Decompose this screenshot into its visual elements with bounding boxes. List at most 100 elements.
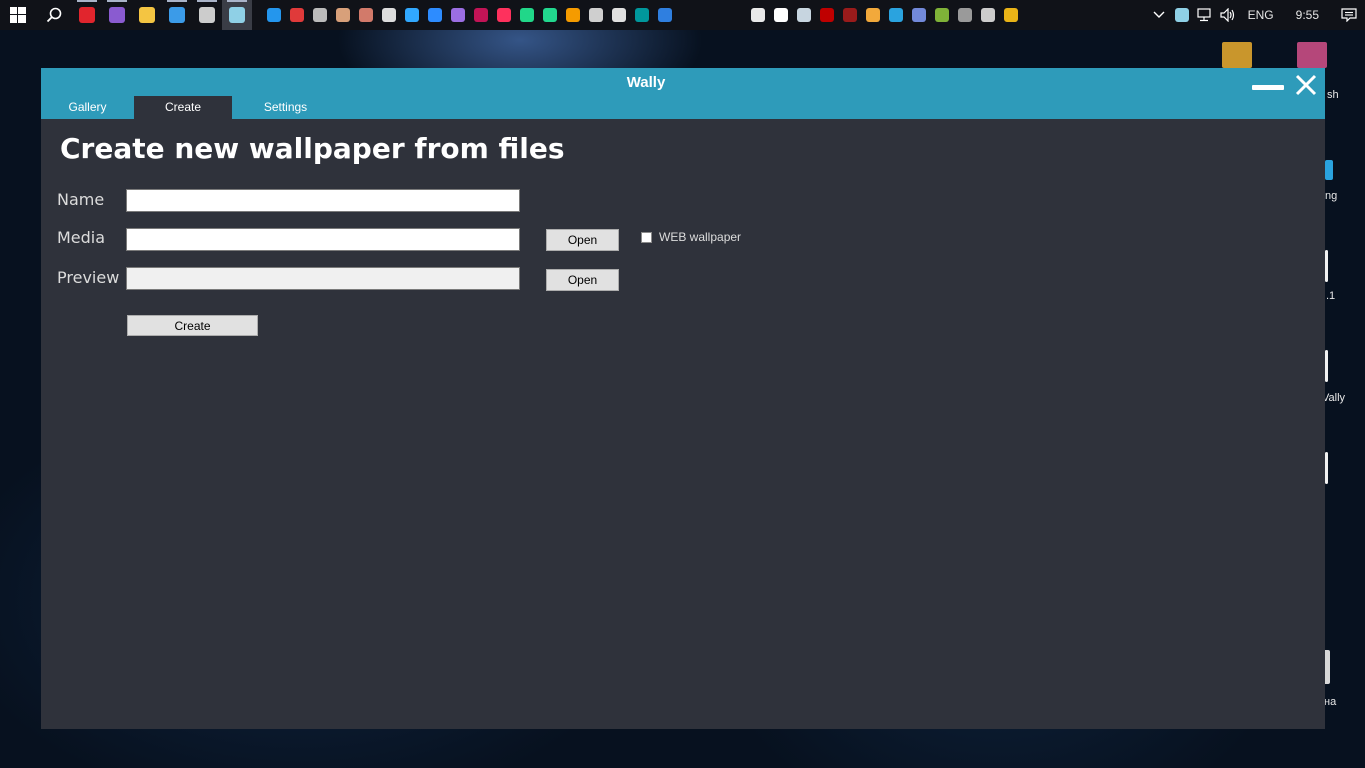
clion-taskbar-button[interactable]: [538, 0, 561, 30]
notification-icon: [1341, 8, 1357, 22]
preview-input[interactable]: [126, 267, 520, 290]
volume-button[interactable]: [1217, 0, 1240, 30]
minecraft-icon: [934, 8, 949, 22]
name-input[interactable]: [126, 189, 520, 212]
minecraft-taskbar-button[interactable]: [930, 0, 953, 30]
wally-app-icon: [229, 7, 245, 23]
web-wallpaper-label[interactable]: WEB wallpaper: [659, 230, 741, 244]
zoom-taskbar-button[interactable]: [423, 0, 446, 30]
pycharm-taskbar-button[interactable]: [515, 0, 538, 30]
internet-explorer-icon: [169, 7, 185, 23]
search-button[interactable]: [36, 0, 72, 30]
preview-open-button[interactable]: Open: [546, 269, 619, 291]
app-icon-1-taskbar-button[interactable]: [331, 0, 354, 30]
file-explorer-taskbar-button[interactable]: [132, 0, 162, 30]
chrome-icon: [750, 8, 765, 22]
language-indicator[interactable]: ENG: [1240, 8, 1282, 22]
clock[interactable]: 9:55: [1282, 8, 1333, 22]
intellij-taskbar-button[interactable]: [492, 0, 515, 30]
arduino-taskbar-button[interactable]: [630, 0, 653, 30]
opera-icon: [79, 7, 95, 23]
close-icon[interactable]: [1293, 72, 1319, 98]
copy-app-icon: [381, 8, 396, 22]
intellij-icon: [496, 8, 511, 22]
desktop-winrar-icon-2[interactable]: [1297, 42, 1327, 68]
volume-icon: [1220, 8, 1235, 22]
desktop-app-icon[interactable]: [1325, 160, 1333, 180]
tray-wally-button[interactable]: [1171, 0, 1194, 30]
minimize-button[interactable]: [1252, 85, 1284, 90]
blue-app-taskbar-button[interactable]: [653, 0, 676, 30]
wally-window: Wally Gallery Create Settings Create new…: [41, 68, 1325, 729]
visual-studio-code-icon: [450, 8, 465, 22]
desktop-file-icon[interactable]: [1325, 452, 1328, 484]
app-icon-2: [358, 8, 373, 22]
pinned-apps: [72, 0, 252, 30]
media-label: Media: [57, 228, 106, 247]
opera-taskbar-button[interactable]: [72, 0, 102, 30]
rider-taskbar-button[interactable]: [469, 0, 492, 30]
desktop-file-icon[interactable]: [1325, 250, 1328, 282]
virtualbox-taskbar-button[interactable]: [561, 0, 584, 30]
zoom-icon: [427, 8, 442, 22]
telegram-icon: [888, 8, 903, 22]
show-hidden-icons-button[interactable]: [1148, 0, 1171, 30]
create-button[interactable]: Create: [127, 315, 258, 336]
start-button[interactable]: [0, 0, 36, 30]
copy-app-taskbar-button[interactable]: [377, 0, 400, 30]
page-title: Create new wallpaper from files: [60, 132, 565, 165]
visual-studio-code-taskbar-button[interactable]: [446, 0, 469, 30]
wally-tray-icon: [1175, 8, 1190, 22]
action-center-button[interactable]: [1333, 0, 1365, 30]
image-viewer-taskbar-button[interactable]: [584, 0, 607, 30]
yellow-app-icon: [1003, 8, 1018, 22]
vim-taskbar-button[interactable]: [838, 0, 861, 30]
desktop-label: Vally: [1322, 392, 1346, 404]
internet-explorer-taskbar-button[interactable]: [162, 0, 192, 30]
network-button[interactable]: [1194, 0, 1217, 30]
arduino-icon: [634, 8, 649, 22]
app-icon-2-taskbar-button[interactable]: [354, 0, 377, 30]
steam-icon: [796, 8, 811, 22]
tab-gallery[interactable]: Gallery: [41, 96, 134, 119]
terminal-taskbar-button[interactable]: [192, 0, 222, 30]
desktop-winrar-icon-1[interactable]: [1222, 42, 1252, 68]
wave-app-taskbar-button[interactable]: [769, 0, 792, 30]
web-wallpaper-checkbox[interactable]: [641, 232, 652, 243]
filezilla-icon: [819, 8, 834, 22]
taskbar-apps: [262, 0, 676, 30]
system-tray: ENG 9:55: [1148, 0, 1365, 30]
tab-create[interactable]: Create: [134, 96, 232, 119]
steam-taskbar-button[interactable]: [792, 0, 815, 30]
title-bar[interactable]: Wally Gallery Create Settings: [41, 68, 1325, 119]
chess-app-taskbar-button[interactable]: [861, 0, 884, 30]
chrome-taskbar-button[interactable]: [746, 0, 769, 30]
git-taskbar-button[interactable]: [285, 0, 308, 30]
media-open-button[interactable]: Open: [546, 229, 619, 251]
photoshop-taskbar-button[interactable]: [400, 0, 423, 30]
unity-taskbar-button[interactable]: [607, 0, 630, 30]
tray-apps: [746, 0, 1022, 30]
media-input[interactable]: [126, 228, 520, 251]
discord-taskbar-button[interactable]: [907, 0, 930, 30]
visual-studio-taskbar-button[interactable]: [102, 0, 132, 30]
docker-taskbar-button[interactable]: [262, 0, 285, 30]
windows-logo-icon: [10, 7, 26, 23]
clion-icon: [542, 8, 557, 22]
telegram-taskbar-button[interactable]: [884, 0, 907, 30]
blue-app-icon: [657, 8, 672, 22]
app-icon-1: [335, 8, 350, 22]
gear-app-taskbar-button[interactable]: [976, 0, 999, 30]
app-icon-3-taskbar-button[interactable]: [953, 0, 976, 30]
filezilla-taskbar-button[interactable]: [815, 0, 838, 30]
yellow-app-taskbar-button[interactable]: [999, 0, 1022, 30]
tab-bar: Gallery Create Settings: [41, 96, 339, 119]
desktop-file-icon[interactable]: [1325, 350, 1328, 382]
chess-app-icon: [865, 8, 880, 22]
preview-label: Preview: [57, 268, 120, 287]
tab-settings[interactable]: Settings: [232, 96, 339, 119]
clock-app-taskbar-button[interactable]: [308, 0, 331, 30]
desktop-label: .1: [1326, 290, 1336, 302]
virtualbox-icon: [565, 8, 580, 22]
wally-app-taskbar-button[interactable]: [222, 0, 252, 30]
